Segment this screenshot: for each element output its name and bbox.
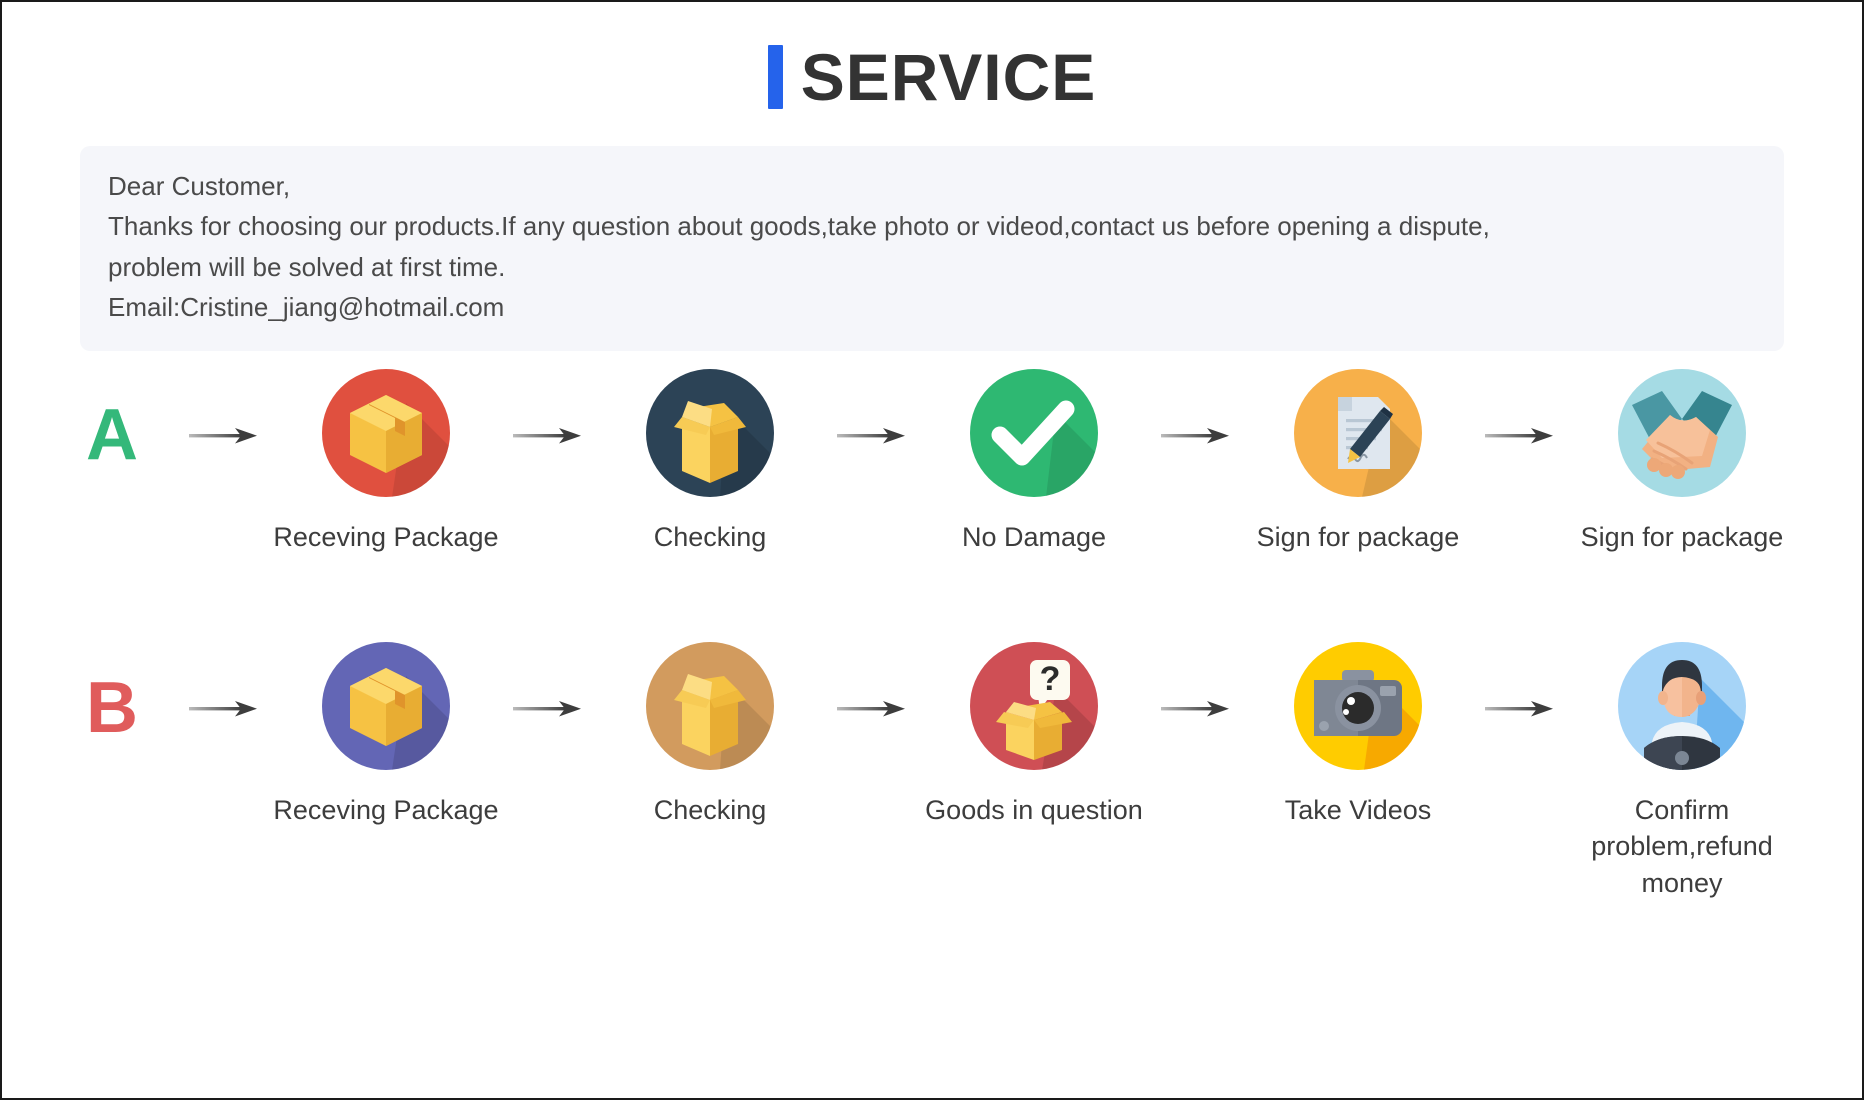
svg-text:?: ? — [1040, 660, 1061, 698]
camera-icon — [1294, 641, 1422, 770]
arrow-right-icon — [1150, 369, 1242, 481]
notice-line-body: Thanks for choosing our products.If any … — [108, 211, 1490, 242]
flow-row-a: A Receving Package Checking No Damage Si… — [2, 369, 1862, 555]
customer-notice-box: Dear Customer, Thanks for choosing our p… — [80, 146, 1784, 352]
arrow-right-icon — [178, 642, 270, 754]
arrow-right-icon — [1150, 642, 1242, 754]
flow-step: Sign for package — [1242, 369, 1474, 555]
check-mark-icon — [970, 369, 1098, 498]
flow-step: Confirm problem,refund money — [1566, 641, 1798, 901]
page-title: SERVICE — [800, 40, 1097, 114]
flow-step: Take Videos — [1242, 641, 1474, 828]
notice-line-greeting: Dear Customer, — [108, 171, 291, 201]
notice-line-email: Email:Cristine_jiang@hotmail.com — [108, 291, 505, 322]
flow-step: Receving Package — [270, 641, 502, 828]
flow-step-label: Confirm problem,refund money — [1591, 794, 1773, 898]
flow-step-label: Checking — [653, 522, 767, 553]
flow-step-label: Goods in question — [925, 794, 1143, 825]
flow-row-b: B Receving Package Checking ? Goods in q… — [2, 641, 1862, 901]
arrow-right-icon — [826, 642, 918, 754]
flow-step: ? Goods in question — [918, 641, 1150, 828]
arrow-right-icon — [1474, 369, 1566, 481]
support-person-icon — [1618, 641, 1746, 770]
open-box-icon — [646, 369, 774, 498]
flow-step: Checking — [594, 369, 826, 555]
title-accent-bar — [767, 45, 783, 109]
service-infographic-page: SERVICE Dear Customer, Thanks for choosi… — [0, 0, 1864, 1100]
question-box-icon: ? — [970, 641, 1098, 770]
flow-label-a: A — [86, 395, 138, 476]
flow-step-label: No Damage — [961, 522, 1107, 553]
handshake-icon — [1618, 369, 1746, 498]
arrow-right-icon — [1474, 642, 1566, 754]
arrow-right-icon — [502, 369, 594, 481]
flow-step: No Damage — [918, 369, 1150, 555]
flow-step-label: Checking — [653, 794, 767, 825]
arrow-right-icon — [826, 369, 918, 481]
flow-step-label: Receving Package — [273, 522, 499, 553]
notice-line-body-2: problem will be solved at first time. — [108, 251, 506, 282]
flow-step-label: Receving Package — [273, 794, 499, 825]
flow-step-label: Sign for package — [1256, 522, 1460, 553]
sealed-box-icon — [322, 369, 450, 498]
sealed-box-icon — [322, 641, 450, 770]
arrow-right-icon — [502, 642, 594, 754]
flow-step: Receving Package — [270, 369, 502, 555]
open-box-icon — [646, 641, 774, 770]
sign-document-icon — [1294, 369, 1422, 498]
flow-label-b: B — [86, 667, 138, 748]
arrow-right-icon — [178, 369, 270, 481]
flow-step-label: Take Videos — [1284, 794, 1432, 825]
page-header: SERVICE — [2, 2, 1862, 110]
flow-step: Sign for package — [1566, 369, 1798, 555]
flow-step-label: Sign for package — [1580, 522, 1784, 553]
flow-step: Checking — [594, 641, 826, 828]
